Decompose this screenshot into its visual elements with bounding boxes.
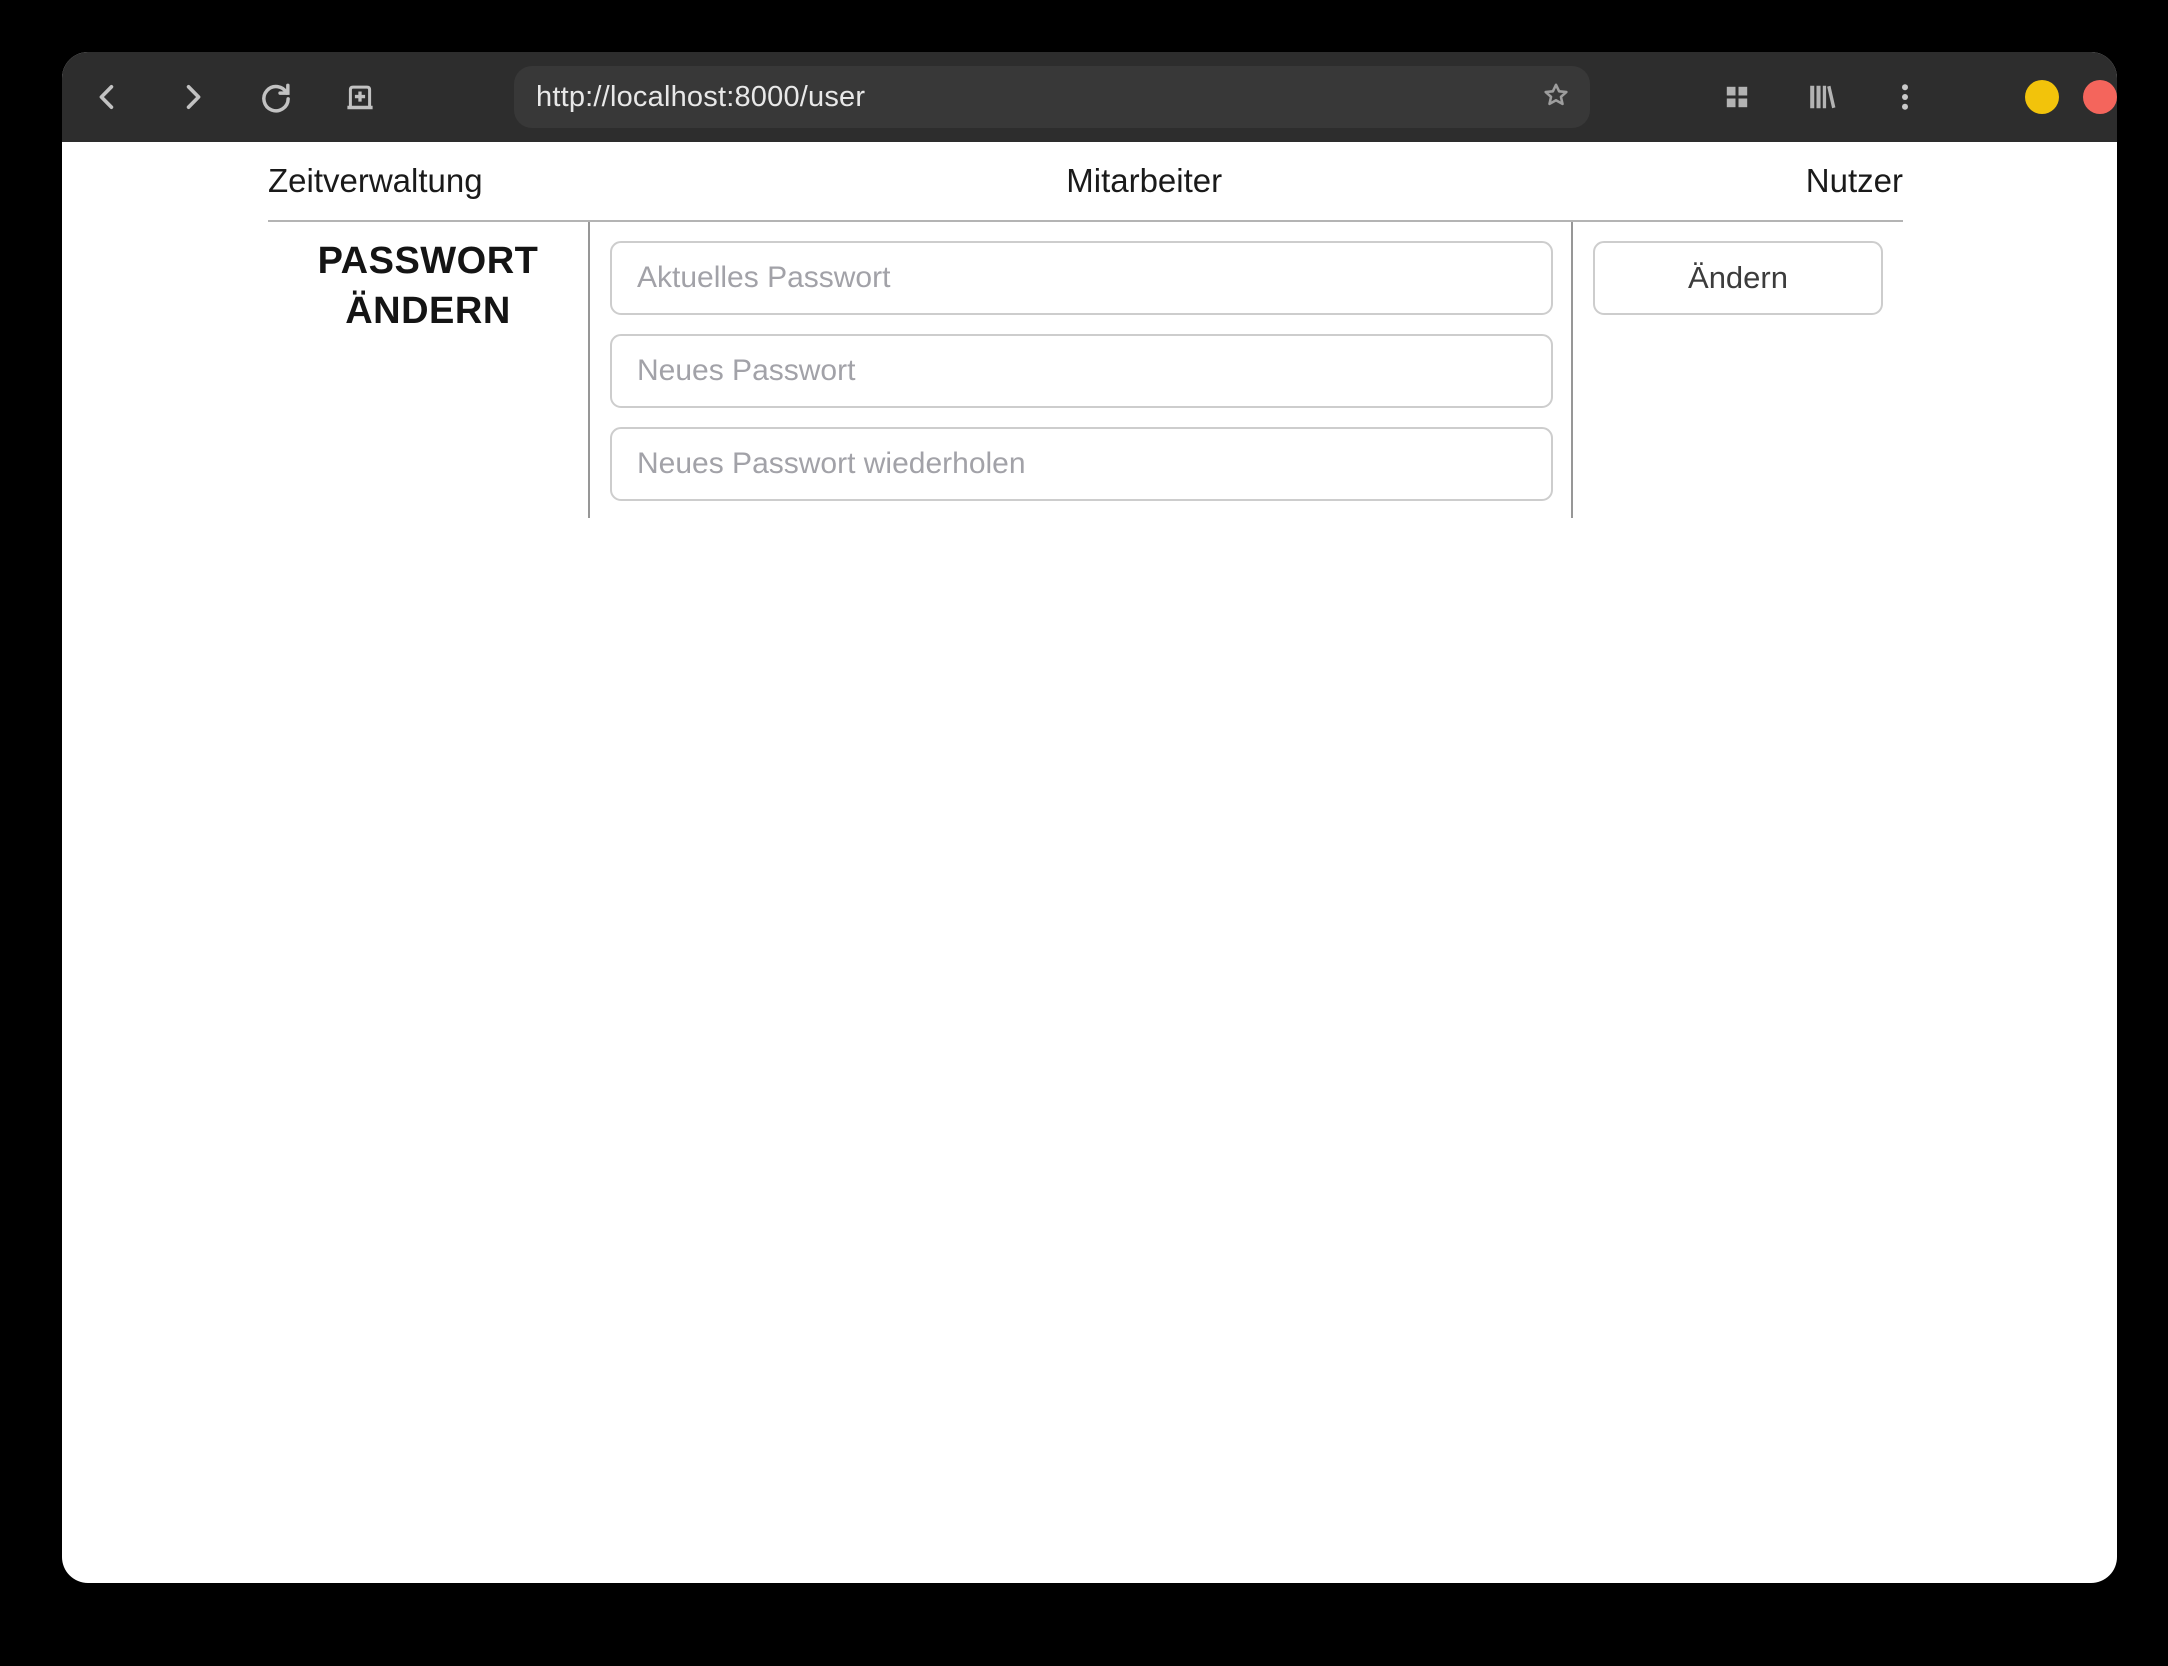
close-button[interactable] bbox=[2083, 80, 2117, 114]
bookmark-star-icon bbox=[1539, 78, 1573, 117]
password-section-title-line2: ÄNDERN bbox=[345, 290, 511, 333]
main-nav: Zeitverwaltung Mitarbeiter Nutzer bbox=[268, 142, 1903, 222]
nav-item-nutzer[interactable]: Nutzer bbox=[1806, 162, 1903, 200]
back-icon bbox=[90, 79, 126, 115]
change-password-button[interactable]: Ändern bbox=[1593, 241, 1883, 315]
url-text[interactable]: http://localhost:8000/user bbox=[536, 81, 1536, 114]
new-password-input[interactable] bbox=[610, 334, 1553, 408]
new-tab-icon bbox=[342, 79, 378, 115]
nav-item-mitarbeiter[interactable]: Mitarbeiter bbox=[1066, 162, 1222, 200]
new-tab-button[interactable] bbox=[340, 77, 380, 117]
menu-button[interactable] bbox=[1885, 77, 1925, 117]
reload-button[interactable] bbox=[256, 77, 296, 117]
browser-window: http://localhost:8000/user Zeitverwaltun… bbox=[62, 52, 2117, 1583]
window-controls bbox=[2025, 80, 2117, 114]
password-heading-cell: PASSWORT ÄNDERN bbox=[268, 222, 590, 518]
toolbar-right-buttons bbox=[1717, 77, 2117, 117]
kebab-menu-icon bbox=[1887, 79, 1923, 115]
password-action-cell: Ändern bbox=[1573, 222, 1903, 518]
reload-icon bbox=[258, 79, 294, 115]
tab-overview-button[interactable] bbox=[1717, 77, 1757, 117]
url-bar[interactable]: http://localhost:8000/user bbox=[514, 66, 1590, 128]
forward-button[interactable] bbox=[172, 77, 212, 117]
tab-grid-icon bbox=[1719, 79, 1755, 115]
library-button[interactable] bbox=[1801, 77, 1841, 117]
page-content: Zeitverwaltung Mitarbeiter Nutzer PASSWO… bbox=[62, 142, 2117, 518]
bookmark-button[interactable] bbox=[1536, 77, 1576, 117]
current-password-input[interactable] bbox=[610, 241, 1553, 315]
back-button[interactable] bbox=[88, 77, 128, 117]
repeat-new-password-input[interactable] bbox=[610, 427, 1553, 501]
library-icon bbox=[1803, 79, 1839, 115]
browser-toolbar: http://localhost:8000/user bbox=[62, 52, 2117, 142]
forward-icon bbox=[174, 79, 210, 115]
password-section-title: PASSWORT ÄNDERN bbox=[268, 236, 588, 336]
minimize-button[interactable] bbox=[2025, 80, 2059, 114]
password-section-title-line1: PASSWORT bbox=[317, 240, 539, 282]
toolbar-nav-buttons bbox=[88, 77, 380, 117]
password-change-section: PASSWORT ÄNDERN Ändern bbox=[268, 222, 1903, 518]
password-fields-cell bbox=[590, 222, 1573, 518]
nav-item-zeitverwaltung[interactable]: Zeitverwaltung bbox=[268, 162, 483, 200]
